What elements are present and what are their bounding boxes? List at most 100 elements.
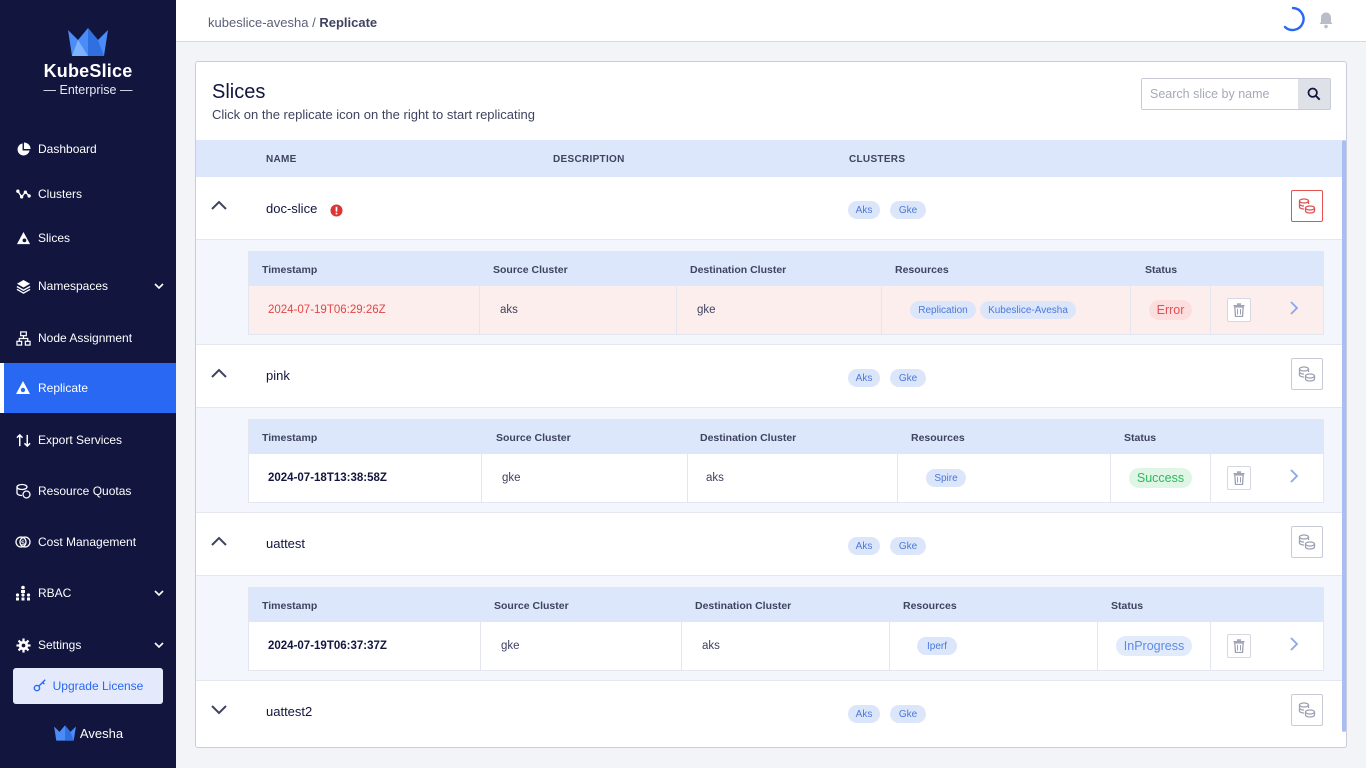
coins-icon — [15, 483, 31, 499]
replicate-button[interactable] — [1291, 694, 1323, 726]
table-row: doc-slice Aks Gke — [196, 177, 1342, 240]
cost-coins-icon: $ — [15, 534, 31, 550]
layers-icon — [15, 278, 31, 294]
scrollbar[interactable] — [1342, 140, 1346, 732]
logo-name: KubeSlice — [43, 61, 133, 81]
status-badge: Error — [1148, 300, 1193, 320]
sidebar-item-resource-quotas[interactable]: Resource Quotas — [0, 469, 176, 513]
replication-row: 2024-07-18T13:38:58Z gke aks Spire Succe… — [249, 454, 1323, 502]
sidebar-item-clusters[interactable]: Clusters — [0, 172, 176, 216]
delete-button[interactable] — [1227, 298, 1251, 322]
table-row: pink Aks Gke — [196, 345, 1342, 408]
destination-cluster-value: aks — [702, 640, 720, 652]
chevron-up-icon[interactable] — [210, 366, 228, 384]
sidebar-item-label: Slices — [38, 231, 71, 245]
logo-subtitle: — Enterprise — — [43, 83, 133, 97]
replication-details: Timestamp Source Cluster Destination Clu… — [196, 576, 1342, 681]
source-cluster-value: gke — [501, 640, 520, 652]
search-input[interactable] — [1142, 79, 1298, 109]
table-row: uattest2 Aks Gke — [196, 681, 1342, 744]
sidebar-item-export-services[interactable]: Export Services — [0, 418, 176, 462]
sidebar-item-cost-management[interactable]: $ Cost Management — [0, 520, 176, 564]
sidebar-item-label: Namespaces — [38, 279, 109, 293]
slice-pyramid-icon — [15, 230, 31, 246]
crown-logo-icon — [68, 28, 108, 56]
page-subtitle: Click on the replicate icon on the right… — [212, 107, 536, 122]
replication-table: Timestamp Source Cluster Destination Clu… — [248, 251, 1324, 335]
sidebar-item-label: Node Assignment — [38, 331, 133, 345]
slice-name: pink — [266, 368, 290, 383]
cluster-chip: Gke — [890, 705, 926, 723]
avesha-logo: Avesha — [0, 724, 176, 742]
sidebar-item-label: Replicate — [38, 381, 89, 395]
chevron-right-icon[interactable] — [1289, 300, 1299, 321]
search-icon — [1307, 87, 1321, 101]
breadcrumb-parent[interactable]: kubeslice-avesha — [208, 15, 308, 30]
chevron-down-icon — [154, 638, 164, 652]
sidebar-item-label: Clusters — [38, 187, 83, 201]
upgrade-license-button[interactable]: Upgrade License — [13, 668, 163, 704]
column-name: NAME — [266, 154, 297, 165]
sidebar-item-namespaces[interactable]: Namespaces — [0, 264, 176, 308]
timestamp-value: 2024-07-19T06:37:37Z — [268, 640, 387, 652]
sidebar-item-label: Export Services — [38, 433, 123, 447]
error-icon — [330, 204, 343, 222]
sidebar-item-label: Dashboard — [38, 142, 97, 156]
status-badge: InProgress — [1115, 636, 1193, 656]
column-clusters: CLUSTERS — [849, 154, 906, 165]
chevron-right-icon[interactable] — [1289, 636, 1299, 657]
resource-chip: Replication — [910, 301, 976, 319]
replicate-button[interactable] — [1291, 526, 1323, 558]
replicate-button[interactable] — [1291, 358, 1323, 390]
replicate-icon — [1298, 198, 1316, 214]
breadcrumb: kubeslice-avesha / Replicate — [208, 15, 378, 30]
replicate-button[interactable] — [1291, 190, 1323, 222]
users-hierarchy-icon — [15, 585, 31, 601]
sidebar: KubeSlice — Enterprise — Dashboard Clust… — [0, 0, 176, 768]
search-button[interactable] — [1298, 79, 1330, 109]
sidebar-item-settings[interactable]: Settings — [0, 623, 176, 667]
sidebar-item-label: Resource Quotas — [38, 484, 132, 498]
trash-icon — [1233, 639, 1245, 653]
search-box — [1141, 78, 1331, 110]
chevron-up-icon[interactable] — [210, 534, 228, 552]
cluster-chip: Gke — [890, 201, 926, 219]
sidebar-item-rbac[interactable]: RBAC — [0, 571, 176, 615]
replicate-icon — [1298, 534, 1316, 550]
resource-chip: Kubeslice-Avesha — [980, 301, 1076, 319]
sidebar-item-slices[interactable]: Slices — [0, 216, 176, 260]
gear-icon — [15, 637, 31, 653]
trash-icon — [1233, 471, 1245, 485]
timestamp-value: 2024-07-19T06:29:26Z — [268, 304, 386, 316]
pie-chart-icon — [15, 141, 31, 157]
svg-text:$: $ — [21, 539, 25, 547]
page-title: Slices — [212, 81, 266, 103]
loading-spinner-icon — [1280, 6, 1306, 37]
source-cluster-value: gke — [502, 472, 521, 484]
kubeslice-logo[interactable]: KubeSlice — Enterprise — — [0, 26, 176, 97]
delete-button[interactable] — [1227, 634, 1251, 658]
delete-button[interactable] — [1227, 466, 1251, 490]
chevron-up-icon[interactable] — [210, 198, 228, 216]
cluster-graph-icon — [15, 186, 31, 202]
source-cluster-value: aks — [500, 304, 518, 316]
replication-table: Timestamp Source Cluster Destination Clu… — [248, 419, 1324, 503]
chevron-down-icon[interactable] — [210, 702, 228, 720]
slice-name: uattest — [266, 536, 306, 551]
replication-table-header: Timestamp Source Cluster Destination Clu… — [249, 588, 1323, 622]
sidebar-item-replicate[interactable]: Replicate — [0, 363, 176, 413]
upgrade-license-label: Upgrade License — [52, 679, 144, 693]
column-description: DESCRIPTION — [553, 154, 625, 165]
timestamp-value: 2024-07-18T13:38:58Z — [268, 472, 387, 484]
chevron-right-icon[interactable] — [1289, 468, 1299, 489]
slice-name: doc-slice — [266, 201, 318, 216]
sidebar-item-label: Settings — [38, 638, 82, 652]
slice-name: uattest2 — [266, 704, 313, 719]
replicate-pyramid-icon — [15, 380, 31, 396]
bell-icon[interactable] — [1318, 11, 1334, 34]
sidebar-item-node-assignment[interactable]: Node Assignment — [0, 316, 176, 360]
cluster-chip: Aks — [848, 369, 880, 387]
cluster-chip: Aks — [848, 537, 880, 555]
chevron-down-icon — [154, 279, 164, 293]
sidebar-item-dashboard[interactable]: Dashboard — [0, 127, 176, 171]
